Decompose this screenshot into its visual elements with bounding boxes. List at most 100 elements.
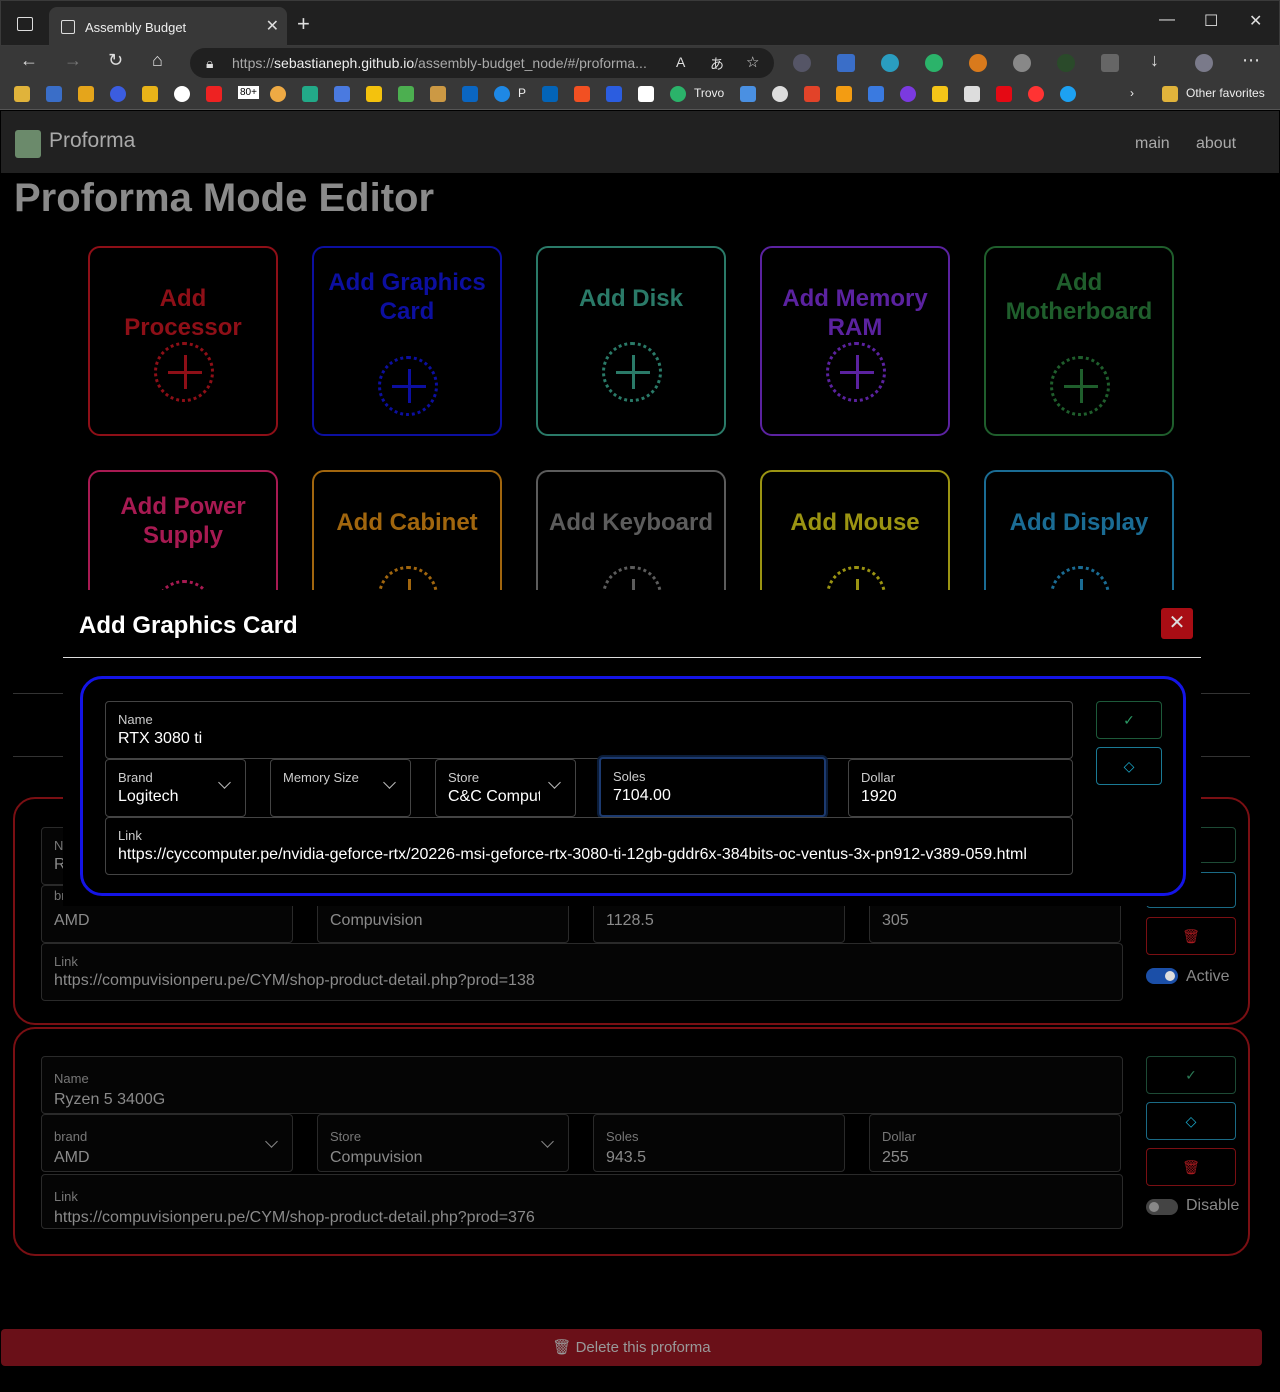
delete-item-button[interactable]: 🗑︎ xyxy=(1146,917,1236,955)
modal-close-button[interactable]: ✕ xyxy=(1161,608,1193,639)
microsoft-icon[interactable] xyxy=(574,86,590,102)
more-menu-icon[interactable]: ⋯ xyxy=(1242,50,1260,71)
link-field[interactable]: Link https://compuvisionperu.pe/CYM/shop… xyxy=(41,1174,1123,1229)
extensions-puzzle-icon[interactable] xyxy=(1101,54,1119,72)
extension-icon[interactable] xyxy=(1013,54,1031,72)
extension-icon[interactable] xyxy=(1057,54,1075,72)
confirm-button[interactable]: ✓ xyxy=(1146,1056,1236,1094)
home-icon[interactable]: ⌂ xyxy=(152,50,163,71)
drive-icon[interactable] xyxy=(302,86,318,102)
nav-about[interactable]: about xyxy=(1196,135,1236,153)
name-field[interactable]: Name Ryzen 5 3400G xyxy=(41,1056,1123,1114)
bookmark-trovo-label[interactable]: Trovo xyxy=(694,86,724,100)
store-select[interactable]: Store Compuvision xyxy=(317,1114,569,1172)
bookmark-icon[interactable] xyxy=(78,86,94,102)
downloads-icon[interactable]: ↓ xyxy=(1150,50,1159,71)
word-icon[interactable] xyxy=(606,86,622,102)
read-aloud-icon[interactable]: A xyxy=(676,54,685,70)
linkedin-icon[interactable] xyxy=(462,86,478,102)
folder-icon[interactable] xyxy=(1162,86,1178,102)
delete-item-button[interactable]: 🗑︎ xyxy=(1146,1148,1236,1186)
url-input[interactable]: 🔒︎ https://sebastianeph.github.io/assemb… xyxy=(190,48,774,78)
check-circle-icon: ✓ xyxy=(1185,1066,1197,1083)
add-card-5[interactable]: Add Motherboard xyxy=(984,246,1174,436)
status-toggle[interactable] xyxy=(1146,1199,1178,1215)
bookmark-icon[interactable] xyxy=(46,86,62,102)
trovo-icon[interactable] xyxy=(670,86,686,102)
link-input[interactable]: Link https://cyccomputer.pe/nvidia-gefor… xyxy=(105,817,1073,875)
tab-actions-icon[interactable] xyxy=(17,17,33,31)
bookmark-icon[interactable] xyxy=(430,86,446,102)
confirm-button[interactable]: ✓ xyxy=(1096,701,1162,739)
twitter-icon[interactable] xyxy=(1060,86,1076,102)
bookmark-icon[interactable] xyxy=(836,86,852,102)
folder-icon[interactable] xyxy=(14,86,30,102)
refresh-icon[interactable]: ↻ xyxy=(108,50,123,71)
bookmarks-overflow-icon[interactable]: › xyxy=(1130,86,1134,100)
brand-select[interactable]: Brand Logitech xyxy=(105,759,246,817)
soles-input[interactable]: Soles 7104.00 xyxy=(599,757,826,817)
bookmark-icon[interactable] xyxy=(868,86,884,102)
brand-select[interactable]: brand AMD xyxy=(41,1114,293,1172)
translate-extension-icon[interactable] xyxy=(837,54,855,72)
store-select[interactable]: Store C&C Comput xyxy=(435,759,576,817)
onedrive-icon[interactable] xyxy=(494,86,510,102)
favorite-star-icon[interactable]: ☆ xyxy=(746,53,759,71)
minimize-icon[interactable]: — xyxy=(1159,11,1175,29)
translate-icon[interactable] xyxy=(334,86,350,102)
react-devtools-icon[interactable] xyxy=(881,54,899,72)
page-icon[interactable] xyxy=(964,86,980,102)
brand-logo-icon[interactable] xyxy=(15,130,41,158)
new-tab-icon[interactable]: + xyxy=(297,11,310,37)
browser-tab[interactable]: Assembly Budget ✕ xyxy=(49,7,287,47)
photos-icon[interactable] xyxy=(270,86,286,102)
extension-icon[interactable] xyxy=(793,54,811,72)
other-favorites[interactable]: Other favorites xyxy=(1186,86,1265,100)
name-input[interactable]: Name RTX 3080 ti xyxy=(105,701,1073,759)
bookmark-icon[interactable] xyxy=(398,86,414,102)
trash-icon: 🗑︎ xyxy=(1182,927,1200,944)
outlook-icon[interactable] xyxy=(542,86,558,102)
status-toggle[interactable] xyxy=(1146,968,1178,984)
add-card-1[interactable]: Add Processor xyxy=(88,246,278,436)
trash-icon: 🗑︎ xyxy=(1182,1158,1200,1175)
bookmark-p-label[interactable]: P xyxy=(518,86,526,100)
nav-main[interactable]: main xyxy=(1135,135,1170,153)
brand-name[interactable]: Proforma xyxy=(49,129,135,153)
dollar-input[interactable]: Dollar 1920 xyxy=(848,759,1073,817)
bookmark-badge[interactable]: 80+ xyxy=(238,86,259,99)
github-icon[interactable] xyxy=(772,86,788,102)
metamask-icon[interactable] xyxy=(969,54,987,72)
soles-field[interactable]: Soles 943.5 xyxy=(593,1114,845,1172)
youtube-icon[interactable] xyxy=(206,86,222,102)
add-card-2[interactable]: Add Graphics Card xyxy=(312,246,502,436)
netflix-icon[interactable] xyxy=(996,86,1012,102)
gitlab-icon[interactable] xyxy=(804,86,820,102)
forward-icon[interactable]: → xyxy=(64,50,82,71)
maximize-icon[interactable]: ☐ xyxy=(1204,11,1218,31)
bookmark-icon[interactable] xyxy=(740,86,756,102)
translate-icon[interactable]: あ xyxy=(710,54,724,74)
google-icon[interactable] xyxy=(174,86,190,102)
extension-icon[interactable] xyxy=(925,54,943,72)
binance-icon[interactable] xyxy=(142,86,158,102)
memory-size-select[interactable]: Memory Size xyxy=(270,759,411,817)
yandex-icon[interactable] xyxy=(1028,86,1044,102)
bookmark-icon[interactable] xyxy=(110,86,126,102)
bookmark-icon[interactable] xyxy=(900,86,916,102)
back-icon[interactable]: ← xyxy=(20,50,38,71)
dollar-field[interactable]: Dollar 255 xyxy=(869,1114,1121,1172)
add-card-4[interactable]: Add Memory RAM xyxy=(760,246,950,436)
bookmark-icon[interactable] xyxy=(932,86,948,102)
link-field[interactable]: Link https://compuvisionperu.pe/CYM/shop… xyxy=(41,943,1123,1001)
bookmark-icon[interactable] xyxy=(638,86,654,102)
keep-icon[interactable] xyxy=(366,86,382,102)
add-card-3[interactable]: Add Disk xyxy=(536,246,726,436)
close-window-icon[interactable]: ✕ xyxy=(1249,11,1262,31)
close-tab-icon[interactable]: ✕ xyxy=(266,16,279,36)
erase-button[interactable]: ◇ xyxy=(1096,747,1162,785)
profile-avatar[interactable] xyxy=(1195,54,1213,72)
card-label: Add Mouse xyxy=(790,509,920,536)
delete-proforma-button[interactable]: 🗑︎ Delete this proforma xyxy=(1,1329,1262,1366)
erase-button[interactable]: ◇ xyxy=(1146,1102,1236,1140)
